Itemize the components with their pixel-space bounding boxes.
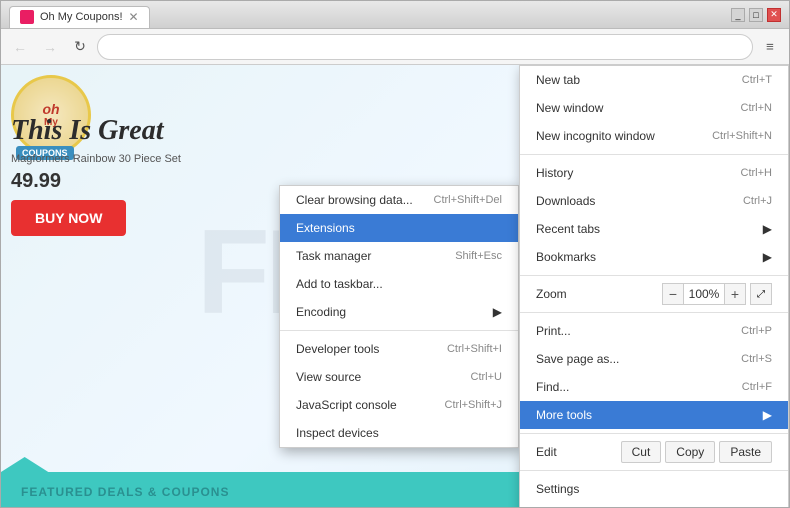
nav-bar: ← → ↻ ≡ [1,29,789,65]
menu-recent-tabs[interactable]: Recent tabs ▶ [520,215,788,243]
zoom-fullscreen-icon[interactable]: ⤢ [750,283,772,305]
tab-title: Oh My Coupons! [40,11,123,23]
menu-about[interactable]: About Google Chrome [520,503,788,507]
back-button[interactable]: ← [7,34,33,60]
submenu-separator-1 [280,330,518,331]
menu-new-window[interactable]: New window Ctrl+N [520,94,788,122]
zoom-out-button[interactable]: − [662,283,684,305]
product-subtitle: Magformers Rainbow 30 Piece Set [11,153,181,165]
chrome-main-menu: New tab Ctrl+T New window Ctrl+N New inc… [519,65,789,507]
buy-now-button[interactable]: BUY NOW [11,200,126,236]
page-content: FISLER oh My COUPONS This Is Great Magfo… [1,65,789,507]
menu-sep-2 [520,275,788,276]
submenu-item-devtools[interactable]: Developer tools Ctrl+Shift+I [280,335,518,363]
zoom-in-button[interactable]: + [724,283,746,305]
submenu-item-view-source[interactable]: View source Ctrl+U [280,363,518,391]
copy-button[interactable]: Copy [665,441,715,463]
menu-downloads[interactable]: Downloads Ctrl+J [520,187,788,215]
tab-bar: Oh My Coupons! ✕ [9,2,723,28]
submenu-item-encoding[interactable]: Encoding ▶ [280,298,518,326]
menu-zoom-row: Zoom − 100% + ⤢ [520,280,788,308]
cut-button[interactable]: Cut [621,441,662,463]
submenu-item-js-console[interactable]: JavaScript console Ctrl+Shift+J [280,391,518,419]
more-tools-submenu: Clear browsing data... Ctrl+Shift+Del Ex… [279,185,519,448]
title-bar: Oh My Coupons! ✕ _ □ ✕ [1,1,789,29]
browser-window: Oh My Coupons! ✕ _ □ ✕ ← → ↻ ≡ FISLER o [0,0,790,508]
submenu-item-extensions[interactable]: Extensions [280,214,518,242]
submenu-item-inspect[interactable]: Inspect devices [280,419,518,447]
menu-new-incognito[interactable]: New incognito window Ctrl+Shift+N [520,122,788,150]
address-bar[interactable] [97,34,753,60]
browser-tab[interactable]: Oh My Coupons! ✕ [9,6,150,28]
menu-history[interactable]: History Ctrl+H [520,159,788,187]
menu-save-page[interactable]: Save page as... Ctrl+S [520,345,788,373]
tab-close-button[interactable]: ✕ [129,10,139,24]
tab-favicon [20,10,34,24]
menu-find[interactable]: Find... Ctrl+F [520,373,788,401]
menu-print[interactable]: Print... Ctrl+P [520,317,788,345]
submenu-item-task-manager[interactable]: Task manager Shift+Esc [280,242,518,270]
menu-new-tab[interactable]: New tab Ctrl+T [520,66,788,94]
menu-sep-3 [520,312,788,313]
menu-sep-1 [520,154,788,155]
window-controls: _ □ ✕ [731,8,781,22]
forward-button[interactable]: → [37,34,63,60]
maximize-button[interactable]: □ [749,8,763,22]
menu-sep-5 [520,470,788,471]
menu-sep-4 [520,433,788,434]
menu-settings[interactable]: Settings [520,475,788,503]
close-button[interactable]: ✕ [767,8,781,22]
submenu-item-add-taskbar[interactable]: Add to taskbar... [280,270,518,298]
main-headline: This Is Great [11,115,163,147]
featured-deals-text: FEATURED DEALS & COUPONS [21,485,229,499]
zoom-value: 100% [684,283,724,305]
paste-button[interactable]: Paste [719,441,772,463]
submenu-item-clear[interactable]: Clear browsing data... Ctrl+Shift+Del [280,186,518,214]
menu-edit-row: Edit Cut Copy Paste [520,438,788,466]
menu-bookmarks[interactable]: Bookmarks ▶ [520,243,788,271]
chrome-menu-button[interactable]: ≡ [757,34,783,60]
reload-button[interactable]: ↻ [67,34,93,60]
minimize-button[interactable]: _ [731,8,745,22]
menu-more-tools[interactable]: More tools ▶ [520,401,788,429]
product-price: 49.99 [11,170,61,193]
